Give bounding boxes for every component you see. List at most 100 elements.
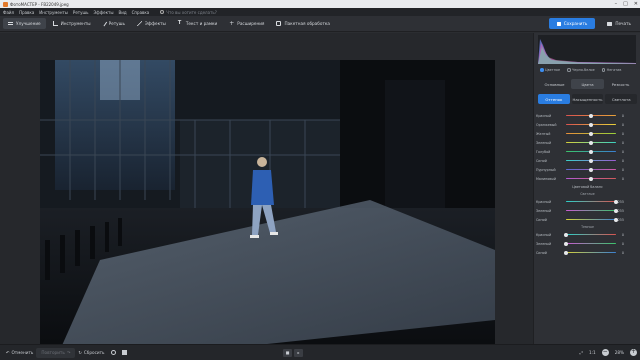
- hue-slider-row: Красный 0: [534, 111, 640, 120]
- radio-color[interactable]: Цветное: [540, 68, 560, 72]
- magic-wand-icon: [136, 21, 142, 26]
- shadow-slider-handle[interactable]: [564, 232, 568, 237]
- maximize-icon[interactable]: □: [623, 1, 628, 7]
- shadow-slider-handle[interactable]: [564, 250, 568, 255]
- tab-basic[interactable]: Основные: [538, 79, 571, 89]
- window-title: ФотоМАСТЕР - FB22049.jpeg: [10, 1, 69, 7]
- single-view-button[interactable]: ■: [283, 348, 292, 357]
- tab-effects-label: Эффекты: [144, 21, 166, 26]
- menu-view[interactable]: Вид: [119, 10, 127, 15]
- printer-icon: [607, 21, 613, 26]
- radio-bw[interactable]: Черно-белое: [567, 68, 595, 72]
- panel-sub-tabs: Оттенок Насыщенность Светлота: [538, 94, 638, 104]
- highlight-slider-track[interactable]: [566, 209, 616, 212]
- ratio-button[interactable]: 1:1: [589, 350, 596, 355]
- redo-button[interactable]: Повторить ↷: [36, 347, 76, 358]
- redo-icon: ↷: [66, 350, 71, 355]
- shadow-slider-track[interactable]: [566, 242, 616, 245]
- highlight-slider-row: Синий 255: [534, 215, 640, 224]
- tab-effects[interactable]: Эффекты: [132, 18, 171, 29]
- hue-slider-label: Синий: [536, 158, 547, 163]
- adjustment-panel: Цветное Черно-белое Негатив Основные Цве…: [533, 33, 640, 344]
- search-icon: [160, 10, 165, 14]
- app-logo-icon: [3, 1, 8, 7]
- radio-dot-icon: [540, 68, 544, 72]
- hue-slider-handle[interactable]: [589, 176, 593, 181]
- crop-icon: [52, 21, 58, 26]
- hue-slider-row: Желтый 0: [534, 129, 640, 138]
- reset-label: Сбросить: [83, 350, 105, 355]
- tab-lightness[interactable]: Светлота: [605, 94, 638, 104]
- hue-slider-handle[interactable]: [589, 122, 593, 127]
- hue-slider-label: Голубой: [536, 149, 551, 154]
- fit-screen-icon[interactable]: ⤢: [580, 350, 583, 355]
- tab-batch[interactable]: Пакетная обработка: [271, 18, 334, 29]
- hue-slider-handle[interactable]: [589, 131, 593, 136]
- hue-slider-label: Пурпурный: [536, 167, 556, 172]
- split-view-button[interactable]: ▸: [294, 348, 303, 357]
- close-icon[interactable]: ✕: [634, 1, 638, 7]
- shadow-slider-value: 0: [621, 232, 624, 237]
- menu-edit[interactable]: Правка: [19, 10, 34, 15]
- panel-main-tabs: Основные Цвета Резкость: [538, 79, 637, 89]
- sliders-icon: [8, 21, 13, 26]
- tab-saturation[interactable]: Насыщенность: [571, 94, 604, 104]
- shadow-slider-value: 0: [621, 250, 624, 255]
- tab-colors[interactable]: Цвета: [571, 79, 604, 89]
- brush-icon: [101, 20, 107, 27]
- command-search[interactable]: Что вы хотите сделать?: [160, 10, 217, 15]
- shadow-slider-handle[interactable]: [564, 241, 568, 246]
- reset-button[interactable]: ↻ Сбросить: [75, 348, 107, 358]
- zoom-in-icon[interactable]: +: [630, 349, 637, 356]
- save-icon: [556, 21, 561, 26]
- photo-image: [40, 60, 495, 350]
- hue-slider-handle[interactable]: [589, 167, 593, 172]
- shadow-slider-label: Зеленый: [536, 241, 552, 246]
- search-input[interactable]: Что вы хотите сделать?: [166, 10, 217, 15]
- save-button[interactable]: Сохранить: [548, 18, 596, 29]
- radio-color-label: Цветное: [545, 68, 561, 72]
- highlight-slider-track[interactable]: [566, 218, 616, 221]
- photo-canvas[interactable]: [40, 60, 495, 350]
- highlight-slider-value: 255: [617, 217, 624, 222]
- plus-icon: [229, 20, 234, 27]
- tab-sharpness[interactable]: Резкость: [604, 79, 637, 89]
- hue-slider-handle[interactable]: [589, 149, 593, 154]
- tab-extensions[interactable]: Расширения: [224, 18, 269, 29]
- menu-file[interactable]: Файл: [3, 10, 14, 15]
- radio-negative-label: Негатив: [606, 68, 622, 72]
- menu-help[interactable]: Справка: [132, 10, 150, 15]
- hue-slider-handle[interactable]: [589, 158, 593, 163]
- highlight-slider-track[interactable]: [566, 200, 616, 203]
- hue-slider-handle[interactable]: [589, 113, 593, 118]
- preview-eye-button[interactable]: [108, 348, 119, 358]
- minimize-icon[interactable]: –: [615, 1, 618, 7]
- undo-button[interactable]: ↶ Отменить: [3, 348, 36, 358]
- menu-retouch[interactable]: Ретушь: [73, 10, 89, 15]
- shadow-slider-track[interactable]: [566, 251, 616, 254]
- tab-enhance[interactable]: Улучшение: [3, 18, 46, 29]
- hue-slider-handle[interactable]: [589, 140, 593, 145]
- tab-retouch[interactable]: Ретушь: [98, 18, 130, 29]
- hue-slider-value: 0: [621, 113, 624, 118]
- print-button[interactable]: Печать: [601, 18, 637, 29]
- hue-slider-row: Оранжевый 0: [534, 120, 640, 129]
- shadow-slider-label: Красный: [536, 232, 552, 237]
- menu-effects[interactable]: Эффекты: [94, 10, 114, 15]
- canvas-area[interactable]: [0, 33, 533, 350]
- tab-hue[interactable]: Оттенок: [538, 94, 570, 104]
- undo-label: Отменить: [11, 350, 34, 355]
- menu-tools[interactable]: Инструменты: [39, 10, 68, 15]
- tab-tools[interactable]: Инструменты: [48, 18, 96, 29]
- highlight-slider-label: Зеленый: [536, 208, 552, 213]
- compare-button[interactable]: [119, 348, 130, 358]
- shadow-slider-track[interactable]: [566, 233, 616, 236]
- menu-bar: Файл Правка Инструменты Ретушь Эффекты В…: [0, 8, 640, 16]
- radio-negative[interactable]: Негатив: [601, 68, 622, 72]
- tab-batch-label: Пакетная обработка: [284, 21, 330, 26]
- zoom-out-icon[interactable]: −: [601, 349, 609, 356]
- zoom-value: 28%: [614, 350, 624, 355]
- tab-text-frames[interactable]: T Текст и рамки: [173, 18, 222, 29]
- view-mode-switch: ■ ▸: [283, 348, 303, 357]
- highlight-slider-value: 255: [617, 208, 624, 213]
